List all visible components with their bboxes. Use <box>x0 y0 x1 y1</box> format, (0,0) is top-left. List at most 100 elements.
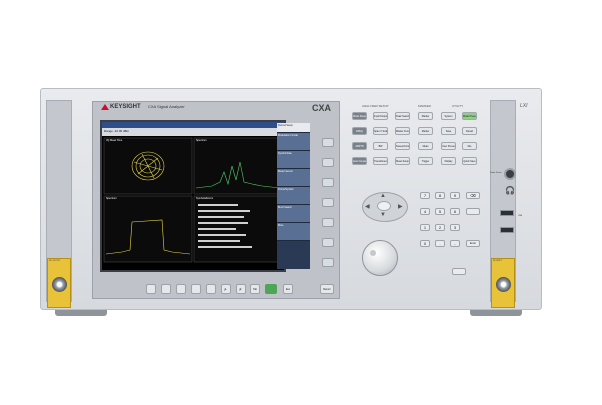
rf-input-label: RF INPUT <box>493 260 503 262</box>
rf-input-connector[interactable] <box>496 277 511 292</box>
key-freq[interactable]: FREQ <box>352 127 367 135</box>
softkey-label-6: More <box>277 223 310 241</box>
keysight-logo-icon <box>101 104 109 110</box>
key-peak-search[interactable]: Peak Search <box>395 112 410 120</box>
backspace-key[interactable]: ⌫ <box>466 192 480 199</box>
softkey-label-4: Points/Symbol <box>277 187 310 205</box>
select-button[interactable] <box>377 201 391 211</box>
key-marker-2[interactable]: Marker <box>418 127 433 135</box>
key-file[interactable]: File <box>462 142 477 150</box>
numkey-1[interactable]: 1 <box>420 224 430 231</box>
return-key[interactable]: Return <box>320 284 334 294</box>
speaker-key[interactable]: 🔈 <box>221 284 231 294</box>
marker-label: MARKER <box>418 104 431 108</box>
numkey-7[interactable]: 7 <box>420 192 430 199</box>
numkey-5[interactable]: 5 <box>435 208 445 215</box>
softkey-6[interactable] <box>322 238 334 247</box>
softkey-4[interactable] <box>322 198 334 207</box>
numkey-minus[interactable]: - <box>450 240 460 247</box>
local-key[interactable] <box>452 268 466 275</box>
volume-icon: 🔊 <box>239 288 243 291</box>
bottom-key-5[interactable] <box>206 284 216 294</box>
utility-label: UTILITY <box>452 104 464 108</box>
key-meas-setup[interactable]: Meas Setup <box>395 157 410 165</box>
enter-key[interactable]: Enter <box>466 240 480 247</box>
key-save[interactable]: Save <box>441 127 456 135</box>
arrow-left-icon[interactable]: ◀ <box>365 203 370 210</box>
numkey-0[interactable]: 0 <box>420 240 430 247</box>
rf-output-label: RF OUTPUT <box>49 260 61 262</box>
numkey-4[interactable]: 4 <box>420 208 430 215</box>
numkey-2[interactable]: 2 <box>435 224 445 231</box>
key-meas[interactable]: Meas <box>418 142 433 150</box>
rotary-knob[interactable] <box>362 240 398 276</box>
softkey-menu-title: Demod Setup <box>277 123 310 133</box>
arrow-up-icon[interactable]: ▲ <box>380 193 386 199</box>
key-marker-func[interactable]: Marker Func <box>395 127 410 135</box>
bottom-key-1[interactable] <box>146 284 156 294</box>
key-trace[interactable]: Trace/Detector <box>373 157 388 165</box>
usb-label: USB <box>518 215 523 217</box>
headphone-icon[interactable]: 🎧 <box>505 186 515 195</box>
key-input-output[interactable]: Input/Output <box>373 112 388 120</box>
volume-key[interactable]: 🔊 <box>236 284 246 294</box>
tab-key[interactable]: Tab <box>250 284 260 294</box>
numkey-6[interactable]: 6 <box>450 208 460 215</box>
knob-dimple <box>370 250 376 256</box>
model-title: CXA Signal Analyzer <box>148 104 185 109</box>
key-marker[interactable]: Marker <box>418 112 433 120</box>
key-recall[interactable]: Recall <box>462 127 477 135</box>
softkey-label-2: Symbol Rate <box>277 151 310 169</box>
usb-port-2[interactable] <box>500 227 514 233</box>
probe-power-connector[interactable] <box>504 168 516 180</box>
numkey-9[interactable]: 9 <box>450 192 460 199</box>
key-sweep[interactable]: Sweep/Control <box>395 142 410 150</box>
key-system[interactable]: System <box>441 112 456 120</box>
softkey-3[interactable] <box>322 178 334 187</box>
panel-3-title: Spectrum <box>106 197 117 200</box>
key-user-preset[interactable]: User Preset <box>441 142 456 150</box>
rf-output-connector[interactable] <box>52 277 67 292</box>
lxi-logo: LXI <box>520 103 528 109</box>
numkey-8[interactable]: 8 <box>435 192 445 199</box>
key-quick-save[interactable]: Quick Save <box>462 157 477 165</box>
backspace-icon: ⌫ <box>470 193 476 198</box>
panel-2-title: Spectrum <box>196 139 207 142</box>
screen-graphics <box>102 122 284 263</box>
bottom-key-2[interactable] <box>161 284 171 294</box>
usb-port-1[interactable] <box>500 210 514 216</box>
panel-4-title: Symbols/Errors <box>196 197 214 200</box>
rf-output-plate: RF OUTPUT <box>47 258 71 308</box>
arrow-right-icon[interactable]: ▶ <box>398 203 403 210</box>
ref-level-readout: Range -10.00 dBm <box>104 129 130 133</box>
series-badge: CXA <box>312 103 332 113</box>
softkey-7[interactable] <box>322 258 334 267</box>
probe-power-label: Probe Power <box>490 172 502 174</box>
softkey-5[interactable] <box>322 218 334 227</box>
softkey-2[interactable] <box>322 158 334 167</box>
speaker-icon: 🔈 <box>224 288 228 291</box>
key-mode-preset[interactable]: Mode Preset <box>462 112 477 120</box>
key-bw[interactable]: BW <box>373 142 388 150</box>
softkey-label-5: Burst Search <box>277 205 310 223</box>
softkey-label-3: Meas Interval <box>277 169 310 187</box>
display-screen: Range -10.00 dBm I/Q Meas Time Spectrum … <box>100 120 286 272</box>
numkey-3[interactable]: 3 <box>450 224 460 231</box>
numkey-dot[interactable]: . <box>435 240 445 247</box>
softkey-label-1: Modulation Format <box>277 133 310 151</box>
key-mode-setup[interactable]: Mode Setup <box>352 112 367 120</box>
key-trigger[interactable]: Trigger <box>418 157 433 165</box>
arrow-down-icon[interactable]: ▼ <box>380 212 386 218</box>
key-amptd[interactable]: AMPTD <box>352 142 367 150</box>
key-span[interactable]: Span X Scale <box>373 127 388 135</box>
rf-input-plate: RF INPUT <box>491 258 515 308</box>
softkey-1[interactable] <box>322 138 334 147</box>
delete-key[interactable] <box>466 208 480 215</box>
analyzer-setup-label: ANALYZER SETUP <box>362 104 389 108</box>
key-auto-couple[interactable]: Auto Couple <box>352 157 367 165</box>
bottom-key-3[interactable] <box>176 284 186 294</box>
esc-key[interactable]: Esc <box>283 284 293 294</box>
help-key[interactable] <box>265 284 277 294</box>
key-display[interactable]: Display <box>441 157 456 165</box>
bottom-key-4[interactable] <box>191 284 201 294</box>
